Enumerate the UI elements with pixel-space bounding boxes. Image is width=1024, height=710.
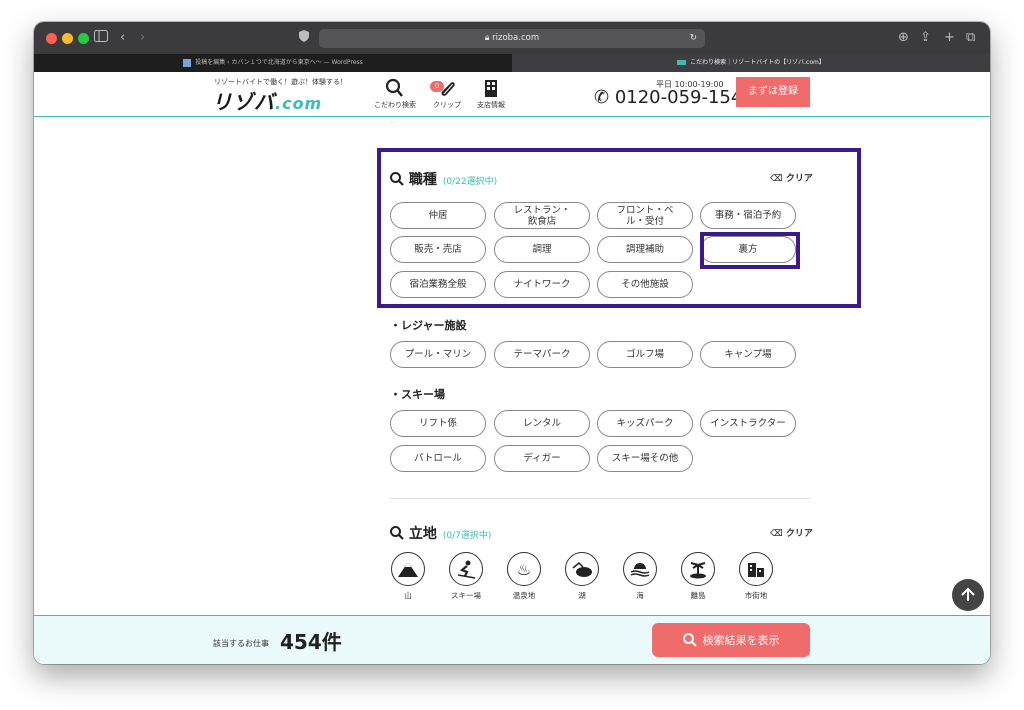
tab-wordpress[interactable]: 投稿を編集 ‹ カバン１つで北海道から東京へ〜 — WordPress: [34, 54, 512, 72]
search-icon: [370, 78, 420, 98]
chip-patrol[interactable]: パトロール: [390, 445, 486, 472]
site-header: リゾートバイトで働く！遊ぶ！体験する！ リゾバ.com こだわり検索 0 クリッ…: [34, 72, 990, 117]
highlight-box-backstage: [700, 232, 800, 269]
section-divider: [390, 498, 810, 499]
phone-number[interactable]: ✆ 0120-059-154: [594, 87, 742, 108]
tab-favicon-icon: [677, 60, 687, 65]
close-window-button[interactable]: [46, 33, 57, 44]
eraser-icon: ⌫: [770, 529, 786, 539]
chip-camp[interactable]: キャンプ場: [700, 341, 796, 368]
scroll-to-top-button[interactable]: [952, 579, 984, 611]
chip-nakai[interactable]: 仲居: [390, 202, 486, 229]
chip-theme-park[interactable]: テーマパーク: [494, 341, 590, 368]
nav-clip-label: クリップ: [433, 101, 461, 109]
forward-icon[interactable]: ›: [140, 30, 145, 46]
tab-favicon-icon: [183, 58, 192, 67]
chip-restaurant[interactable]: レストラン・飲食店: [494, 202, 590, 229]
url-text: rizoba.com: [492, 33, 540, 43]
location-city[interactable]: 市街地: [736, 552, 776, 601]
ski-subhead: ・スキー場: [390, 388, 445, 401]
chip-instructor[interactable]: インストラクター: [700, 410, 796, 437]
eraser-icon: ⌫: [770, 174, 786, 184]
chip-nightwork[interactable]: ナイトワーク: [494, 271, 590, 298]
search-filters: … 職種 (0/22選択中) ⌫ クリア 仲居 レストラン・飲食店 フロント・ベル…: [34, 117, 990, 615]
location-ski[interactable]: スキー場: [446, 552, 486, 601]
arrow-up-icon: [961, 587, 975, 601]
lake-icon: [565, 552, 599, 586]
address-bar[interactable]: 🔒︎ rizoba.com ↻: [319, 29, 705, 48]
nav-branch[interactable]: 支店情報: [466, 78, 516, 110]
reload-icon[interactable]: ↻: [690, 29, 697, 48]
chip-ski-other[interactable]: スキー場その他: [597, 445, 693, 472]
chip-sales[interactable]: 販売・売店: [390, 236, 486, 263]
share-icon[interactable]: ⇪: [920, 30, 931, 46]
chip-cooking-assist[interactable]: 調理補助: [597, 236, 693, 263]
search-icon: [682, 633, 697, 647]
back-icon[interactable]: ‹: [120, 30, 125, 46]
location-island[interactable]: 離島: [678, 552, 718, 601]
site-logo[interactable]: リゾバ.com: [212, 86, 322, 115]
nav-search-label: こだわり検索: [374, 101, 416, 109]
download-icon[interactable]: ⊕: [898, 30, 909, 46]
clipped-text: …: [390, 117, 397, 125]
chip-rental[interactable]: レンタル: [494, 410, 590, 437]
chip-kids-park[interactable]: キッズパーク: [597, 410, 693, 437]
chip-accommodation[interactable]: 宿泊業務全般: [390, 271, 486, 298]
browser-window: ‹ › 🔒︎ rizoba.com ↻ ⊕ ⇪ + ⧉ 投稿を編集 ‹ カバン１…: [34, 22, 990, 664]
sunset-sea-icon: [623, 552, 657, 586]
chip-office[interactable]: 事務・宿泊予約: [700, 202, 796, 229]
show-results-button[interactable]: 検索結果を表示: [652, 623, 810, 657]
chip-digger[interactable]: ディガー: [494, 445, 590, 472]
tab-title: こだわり検索｜リゾートバイトの【リゾバ.com】: [690, 59, 825, 66]
results-footer: 該当するお仕事 454件 検索結果を表示: [34, 615, 990, 664]
phone-icon: ✆: [594, 87, 610, 108]
hot-spring-icon: ♨︎: [507, 552, 541, 586]
island-icon: [681, 552, 715, 586]
minimize-window-button[interactable]: [62, 33, 73, 44]
tab-title: 投稿を編集 ‹ カバン１つで北海道から東京へ〜 — WordPress: [195, 59, 363, 66]
location-clear-button[interactable]: ⌫ クリア: [770, 526, 813, 539]
jobs-count-label: 該当するお仕事: [213, 639, 269, 648]
tab-bar: 投稿を編集 ‹ カバン１つで北海道から東京へ〜 — WordPress こだわり…: [34, 54, 990, 72]
sidebar-toggle-icon[interactable]: [94, 30, 108, 47]
location-title: 立地 (0/7選択中): [390, 523, 491, 543]
new-tab-icon[interactable]: +: [944, 30, 955, 46]
browser-titlebar: ‹ › 🔒︎ rizoba.com ↻ ⊕ ⇪ + ⧉: [34, 22, 990, 54]
chip-front-bell[interactable]: フロント・ベル・受付: [597, 202, 693, 229]
nav-branch-label: 支店情報: [477, 101, 505, 109]
register-button[interactable]: まずは登録: [736, 77, 810, 107]
city-icon: [739, 552, 773, 586]
skier-icon: [449, 552, 483, 586]
search-icon: [390, 172, 409, 188]
location-lake[interactable]: 湖: [562, 552, 602, 601]
chip-cooking[interactable]: 調理: [494, 236, 590, 263]
nav-search[interactable]: こだわり検索: [370, 78, 420, 110]
clip-count-badge: 0: [430, 81, 444, 92]
tab-rizoba[interactable]: こだわり検索｜リゾートバイトの【リゾバ.com】: [512, 54, 990, 72]
chip-lift[interactable]: リフト係: [390, 410, 486, 437]
zoom-window-button[interactable]: [78, 33, 89, 44]
nav-clip[interactable]: 0 クリップ: [422, 78, 472, 110]
tab-overview-icon[interactable]: ⧉: [966, 30, 975, 46]
building-icon: [466, 78, 516, 98]
job-clear-button[interactable]: ⌫ クリア: [770, 171, 813, 184]
location-mountain[interactable]: 山: [388, 552, 428, 601]
chip-golf[interactable]: ゴルフ場: [597, 341, 693, 368]
location-hot-spring[interactable]: ♨︎ 温泉地: [504, 552, 544, 601]
chip-pool-marine[interactable]: プール・マリン: [390, 341, 486, 368]
location-sea[interactable]: 海: [620, 552, 660, 601]
chip-other-facility[interactable]: その他施設: [597, 271, 693, 298]
mountain-icon: [391, 552, 425, 586]
leisure-subhead: ・レジャー施設: [390, 319, 467, 332]
privacy-shield-icon[interactable]: [299, 30, 309, 47]
job-selection-count: (0/22選択中): [442, 177, 498, 187]
location-selection-count: (0/7選択中): [442, 531, 492, 541]
job-type-title: 職種 (0/22選択中): [390, 169, 497, 189]
search-icon: [390, 526, 409, 542]
jobs-count: 454件: [280, 630, 342, 654]
